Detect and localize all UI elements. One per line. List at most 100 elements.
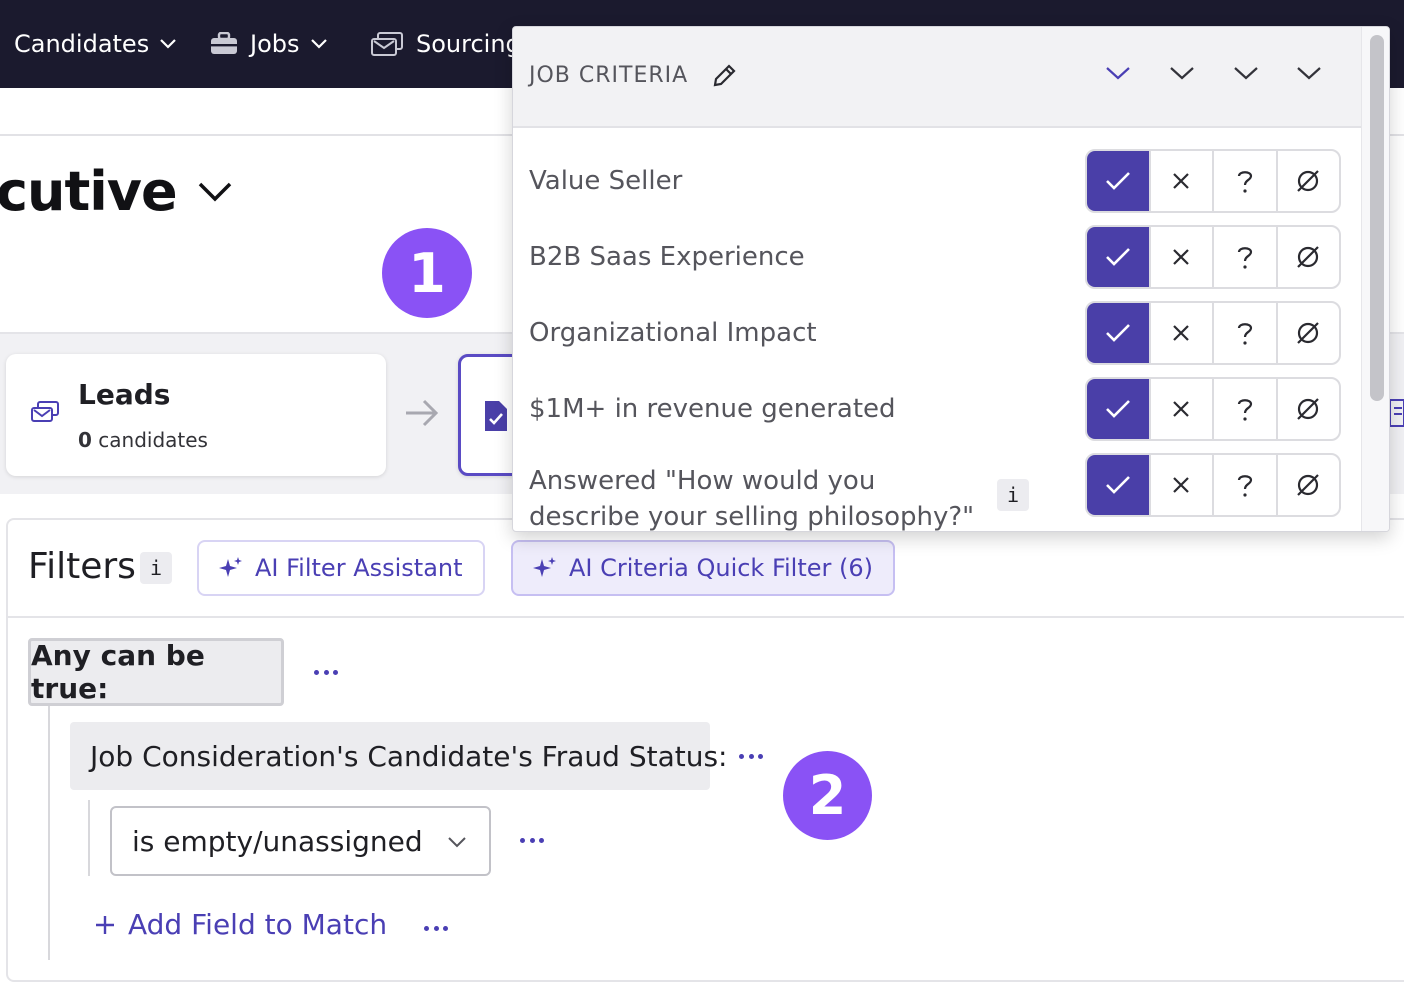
popover-scrollbar-thumb[interactable]	[1370, 35, 1384, 401]
add-field-more-options-icon[interactable]	[421, 918, 451, 938]
criterion-rating-group	[1085, 453, 1341, 517]
rating-not-applicable-button[interactable]	[1275, 455, 1340, 515]
nav-sourcing-label: Sourcing	[416, 30, 521, 58]
step-badge-1-number: 1	[408, 241, 446, 305]
question-icon	[1237, 399, 1252, 421]
pencil-edit-icon[interactable]	[711, 63, 737, 89]
rating-not-met-button[interactable]	[1148, 455, 1213, 515]
step-badge-2: 2	[783, 751, 872, 840]
chevron-down-icon	[447, 836, 467, 848]
stage-leads-count-number: 0	[78, 428, 92, 452]
criterion-rating-group	[1085, 225, 1341, 289]
nav-sourcing[interactable]: Sourcing	[370, 24, 521, 64]
criterion-row: Organizational Impact	[513, 299, 1361, 369]
step-badge-1: 1	[382, 228, 472, 318]
rating-not-applicable-button[interactable]	[1275, 379, 1340, 439]
rating-unknown-button[interactable]	[1212, 455, 1276, 515]
column-unknown-chevron-icon[interactable]	[1233, 65, 1259, 81]
rating-unknown-button[interactable]	[1212, 227, 1276, 287]
rating-unknown-button[interactable]	[1212, 151, 1276, 211]
ai-criteria-quick-filter-button[interactable]: AI Criteria Quick Filter (6)	[511, 540, 896, 596]
criterion-label: Organizational Impact	[529, 318, 817, 348]
check-icon	[1105, 400, 1130, 418]
rating-not-applicable-button[interactable]	[1275, 151, 1340, 211]
filters-title: Filters	[28, 546, 136, 587]
stage-card-leads[interactable]: Leads 0 candidates	[6, 354, 386, 476]
rating-met-button[interactable]	[1087, 379, 1149, 439]
group-more-options-icon[interactable]	[311, 662, 341, 682]
criterion-rating-group	[1085, 149, 1341, 213]
nav-candidates-label: Candidates	[14, 30, 150, 58]
criterion-label: B2B Saas Experience	[529, 242, 805, 272]
nav-candidates[interactable]: Candidates	[14, 24, 177, 64]
sparkles-icon	[219, 556, 243, 580]
check-icon	[1105, 324, 1130, 342]
column-met-chevron-icon[interactable]	[1105, 65, 1131, 81]
x-icon	[1173, 477, 1190, 493]
condition-field-label[interactable]: Job Consideration's Candidate's Fraud St…	[70, 722, 728, 790]
add-field-to-match-button[interactable]: Add Field to Match	[94, 908, 387, 941]
rating-not-met-button[interactable]	[1148, 151, 1213, 211]
job-criteria-popover: JOB CRITERIA Value Seller B2B Saas Exper	[512, 26, 1390, 532]
condition-operator-value: is empty/unassigned	[132, 824, 423, 858]
job-criteria-header: JOB CRITERIA	[513, 27, 1361, 128]
empty-set-icon	[1297, 398, 1320, 420]
operator-more-options-icon[interactable]	[517, 830, 547, 850]
column-not-met-chevron-icon[interactable]	[1169, 65, 1195, 81]
rating-unknown-button[interactable]	[1212, 379, 1276, 439]
stage-leads-count-suffix: candidates	[91, 428, 208, 452]
criterion-row: B2B Saas Experience	[513, 223, 1361, 293]
plus-icon	[94, 914, 116, 936]
rating-met-button[interactable]	[1087, 227, 1149, 287]
rating-not-met-button[interactable]	[1148, 303, 1213, 363]
nav-jobs-label: Jobs	[250, 30, 300, 58]
rating-met-button[interactable]	[1087, 455, 1149, 515]
sparkles-icon	[533, 556, 557, 580]
rating-met-button[interactable]	[1087, 151, 1149, 211]
briefcase-icon	[210, 32, 238, 56]
job-title: cutive	[0, 160, 178, 223]
ai-criteria-quick-filter-label: AI Criteria Quick Filter (6)	[569, 554, 874, 582]
document-check-icon	[483, 399, 509, 437]
chevron-down-icon	[197, 181, 233, 203]
rating-not-met-button[interactable]	[1148, 379, 1213, 439]
chevron-down-icon	[159, 38, 177, 50]
filters-divider	[6, 616, 1404, 618]
condition-operator-select[interactable]: is empty/unassigned	[110, 806, 491, 876]
check-icon	[1105, 476, 1130, 494]
empty-set-icon	[1297, 246, 1320, 268]
rating-not-met-button[interactable]	[1148, 227, 1213, 287]
stage-edge-icon	[1388, 398, 1404, 432]
check-icon	[1105, 172, 1130, 190]
group-connector-line	[48, 706, 50, 960]
ai-filter-assistant-button[interactable]: AI Filter Assistant	[197, 540, 485, 596]
rating-not-applicable-button[interactable]	[1275, 227, 1340, 287]
check-icon	[1105, 248, 1130, 266]
column-na-chevron-icon[interactable]	[1296, 65, 1322, 81]
condition-more-options-icon[interactable]	[736, 746, 766, 766]
arrow-right-icon	[404, 398, 440, 432]
criterion-rating-group	[1085, 377, 1341, 441]
step-badge-2-number: 2	[808, 764, 847, 827]
question-icon	[1237, 323, 1252, 345]
stage-leads-count: 0 candidates	[78, 428, 208, 452]
x-icon	[1173, 249, 1190, 265]
criterion-row: Value Seller	[513, 147, 1361, 217]
rating-unknown-button[interactable]	[1212, 303, 1276, 363]
filter-group-operator[interactable]: Any can be true:	[28, 638, 284, 706]
stage-leads-title: Leads	[78, 378, 171, 411]
rating-not-applicable-button[interactable]	[1275, 303, 1340, 363]
rating-met-button[interactable]	[1087, 303, 1149, 363]
nav-jobs[interactable]: Jobs	[210, 24, 328, 64]
add-field-label: Add Field to Match	[128, 908, 388, 941]
popover-scrollbar[interactable]	[1361, 27, 1389, 531]
x-icon	[1173, 401, 1190, 417]
filters-info-icon[interactable]: i	[140, 552, 172, 584]
empty-set-icon	[1297, 170, 1320, 192]
x-icon	[1173, 173, 1190, 189]
criterion-info-icon[interactable]: i	[997, 479, 1029, 511]
ai-filter-assistant-label: AI Filter Assistant	[255, 554, 463, 582]
job-criteria-title: JOB CRITERIA	[529, 63, 689, 88]
question-icon	[1237, 475, 1252, 497]
job-title-selector[interactable]: cutive	[0, 160, 233, 223]
